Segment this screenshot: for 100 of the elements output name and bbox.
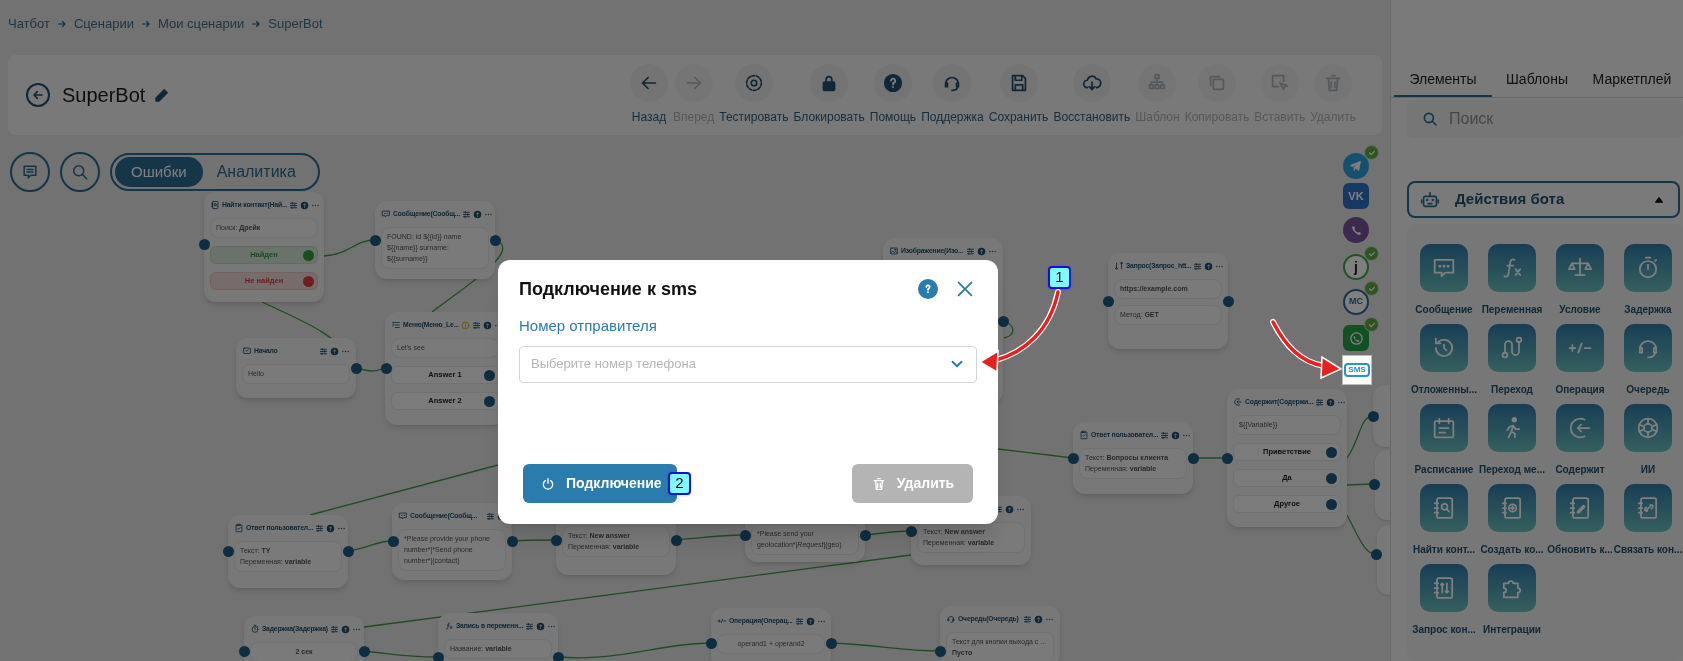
sliders-icon[interactable] xyxy=(1023,614,1032,624)
telegram-button[interactable] xyxy=(1343,153,1369,179)
scenario-title: SuperBot xyxy=(62,83,146,108)
element-tile[interactable]: Переменная xyxy=(1478,244,1546,325)
help-icon[interactable] xyxy=(805,616,815,626)
toolbar-button[interactable]: Восстановить xyxy=(1053,64,1131,126)
breadcrumb-link[interactable]: SuperBot xyxy=(268,14,323,34)
sliders-icon[interactable] xyxy=(315,523,325,533)
toolbar-button[interactable]: Блокировать xyxy=(793,64,865,126)
search-icon xyxy=(70,162,90,182)
sliders-icon[interactable] xyxy=(319,346,328,356)
step-badge: 2 xyxy=(668,472,691,495)
sliders-icon[interactable] xyxy=(462,209,471,219)
help-icon[interactable] xyxy=(977,246,986,256)
sliders-icon[interactable] xyxy=(486,511,495,521)
help-icon[interactable] xyxy=(1005,504,1014,514)
panel-tab[interactable]: Маркетплей xyxy=(1582,64,1682,97)
panel-tab[interactable]: Шаблоны xyxy=(1492,64,1582,97)
arrow-right-icon xyxy=(140,18,152,30)
sliders-icon[interactable] xyxy=(471,320,481,330)
viber-button[interactable] xyxy=(1343,217,1369,243)
element-tile[interactable]: Очередь xyxy=(1614,324,1682,405)
chat-service-button[interactable]: j xyxy=(1343,254,1369,280)
help-icon[interactable] xyxy=(326,523,336,533)
element-tile[interactable]: ИИ xyxy=(1614,404,1682,485)
chat-bubble-icon xyxy=(398,511,408,521)
help-icon[interactable] xyxy=(1034,614,1043,624)
image-icon xyxy=(889,246,899,256)
comments-button[interactable] xyxy=(10,152,50,192)
panel-tab[interactable]: Элементы xyxy=(1394,64,1492,97)
chat-bubble-icon xyxy=(381,209,391,219)
function-icon xyxy=(444,621,454,631)
help-icon[interactable] xyxy=(536,621,546,631)
sms-button[interactable]: SMS xyxy=(1343,356,1371,384)
phone-icon xyxy=(1347,329,1365,347)
element-tile[interactable]: Переход xyxy=(1478,324,1546,405)
help-icon[interactable] xyxy=(1204,261,1214,271)
element-tile[interactable]: Содержит xyxy=(1546,404,1614,485)
back-button[interactable] xyxy=(26,83,50,107)
help-icon[interactable] xyxy=(473,209,482,219)
element-tile[interactable]: Обновить к... xyxy=(1546,484,1614,565)
start-check-icon xyxy=(242,346,252,356)
sliders-icon[interactable] xyxy=(329,624,339,634)
dialog-title: Подключение к sms xyxy=(519,277,697,301)
element-tile[interactable]: Запрос кон... xyxy=(1410,564,1478,645)
select-placeholder: Выберите номер телефона xyxy=(531,355,696,374)
comment-icon xyxy=(20,162,40,182)
element-tile[interactable]: Расписание xyxy=(1410,404,1478,485)
clipboard-check-icon xyxy=(1079,430,1089,440)
help-button[interactable] xyxy=(918,279,938,299)
view-tab[interactable]: Аналитика xyxy=(212,157,300,187)
whatsapp-button[interactable] xyxy=(1343,325,1369,351)
section-header[interactable]: Действия бота xyxy=(1407,180,1680,219)
menu-list-icon xyxy=(391,320,401,330)
toolbar-button[interactable]: Поддержка xyxy=(921,64,984,126)
sliders-icon[interactable] xyxy=(794,616,804,626)
element-tile[interactable]: Задержка xyxy=(1614,244,1682,325)
connector-line xyxy=(1002,320,1014,339)
help-icon[interactable] xyxy=(300,200,310,210)
paper-plane-icon xyxy=(1348,158,1364,174)
field-label: Номер отправителя xyxy=(519,316,658,336)
toolbar-button[interactable]: Помощь xyxy=(869,64,917,126)
element-tile[interactable]: Отложенны... xyxy=(1410,324,1478,405)
breadcrumb-link[interactable]: Сценарии xyxy=(73,14,134,34)
connect-button[interactable]: Подключение xyxy=(523,464,677,503)
sliders-icon[interactable] xyxy=(1315,397,1325,407)
power-icon xyxy=(540,475,556,492)
toolbar-button[interactable]: Сохранить xyxy=(988,64,1049,126)
breadcrumb-link[interactable]: Чатбот xyxy=(8,14,50,34)
element-tile[interactable]: Найти конт... xyxy=(1410,484,1478,565)
help-icon[interactable] xyxy=(482,320,492,330)
help-icon xyxy=(881,72,904,94)
vk-button[interactable]: VK xyxy=(1343,183,1369,209)
help-icon[interactable] xyxy=(1171,430,1181,440)
sliders-icon[interactable] xyxy=(1193,261,1203,271)
chat-service-button[interactable]: MC xyxy=(1343,289,1369,315)
element-tile[interactable]: Сообщение xyxy=(1410,244,1478,325)
route-icon xyxy=(1114,261,1124,271)
step-badge: 1 xyxy=(1048,266,1071,289)
help-icon[interactable] xyxy=(340,624,350,634)
phone-select[interactable]: Выберите номер телефона xyxy=(519,345,977,383)
element-tile[interactable]: Условие xyxy=(1546,244,1614,325)
sliders-icon[interactable] xyxy=(966,246,975,256)
element-tile[interactable]: Связать кон... xyxy=(1614,484,1682,565)
help-icon[interactable] xyxy=(1326,397,1336,407)
stopwatch-icon xyxy=(250,624,260,634)
element-tile[interactable]: Создать ко... xyxy=(1478,484,1546,565)
breadcrumb-link[interactable]: Мои сценарии xyxy=(158,14,245,34)
view-tab[interactable]: Ошибки xyxy=(115,157,203,187)
element-tile[interactable]: Интеграции xyxy=(1478,564,1546,645)
search-button[interactable] xyxy=(60,152,100,192)
sliders-icon[interactable] xyxy=(525,621,535,631)
element-tile[interactable]: Переход ме... xyxy=(1478,404,1546,485)
element-tile[interactable]: Операция xyxy=(1546,324,1614,405)
sliders-icon[interactable] xyxy=(289,200,299,210)
toolbar-button[interactable]: Тестировать xyxy=(719,64,789,126)
help-icon[interactable] xyxy=(330,346,339,356)
headset-icon xyxy=(946,614,956,624)
notebook-search-icon xyxy=(210,200,220,210)
sliders-icon[interactable] xyxy=(1160,430,1170,440)
